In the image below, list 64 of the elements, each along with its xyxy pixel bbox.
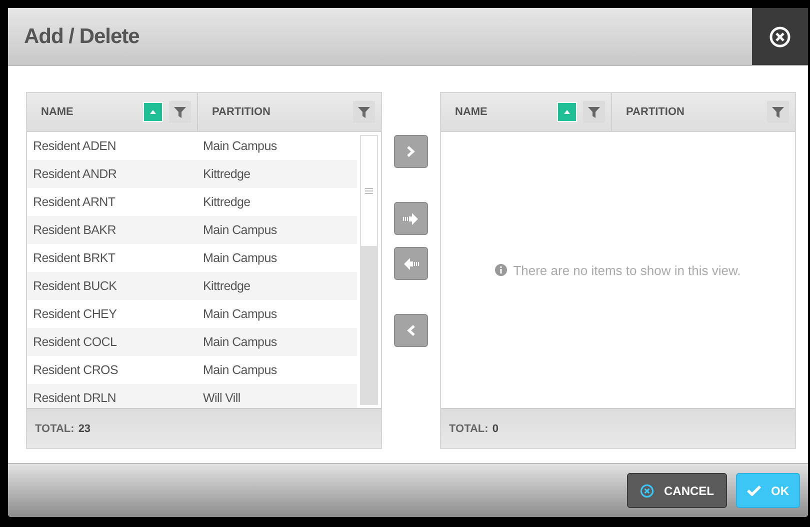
partition-cell-text: Main Campus — [202, 307, 278, 321]
table-row[interactable]: Resident BAKR Main Campus — [27, 216, 357, 244]
filter-icon — [174, 106, 186, 118]
filter-button[interactable] — [583, 101, 605, 123]
partition-cell-text: Kittredge — [202, 195, 252, 209]
name-cell-text: Resident BAKR — [32, 223, 117, 237]
table-row[interactable]: Resident COCL Main Campus — [27, 328, 357, 356]
name-cell-text: Resident BUCK — [32, 279, 118, 293]
chevron-right-icon — [407, 146, 415, 157]
sort-button[interactable] — [557, 102, 577, 122]
name-cell-text: Resident CHEY — [32, 307, 118, 321]
name-cell-text: Resident ADEN — [32, 139, 117, 153]
transfer-button[interactable] — [394, 202, 428, 235]
partition-cell-text: Will Vill — [202, 391, 242, 405]
transfer-button[interactable] — [394, 314, 428, 347]
total-count: 0 — [492, 422, 498, 434]
name-cell-text: Resident BRKT — [32, 251, 116, 265]
arrow-left-icon — [403, 258, 419, 270]
arrow-right-icon — [403, 212, 419, 224]
name-cell-text: Resident ARNT — [32, 195, 116, 209]
partition-cell-text: Main Campus — [202, 363, 278, 377]
name-cell-text: Resident DRLN — [32, 391, 117, 405]
check-icon — [747, 485, 761, 496]
total-label: TOTAL: — [35, 422, 74, 434]
filter-icon — [358, 106, 370, 118]
close-icon — [769, 26, 791, 48]
name-cell-text: Resident ANDR — [32, 167, 118, 181]
partition-cell-text: Main Campus — [202, 139, 278, 153]
close-icon — [640, 484, 654, 498]
table-row[interactable]: Resident ANDR Kittredge — [27, 160, 357, 188]
chevron-left-icon — [407, 325, 415, 336]
name-cell-text: Resident CROS — [32, 363, 120, 377]
column-header[interactable]: NAME — [41, 106, 137, 118]
partition-cell-text: Main Campus — [202, 223, 278, 237]
info-icon — [495, 264, 508, 276]
total-label: TOTAL: — [449, 422, 488, 434]
column-header[interactable]: PARTITION — [626, 106, 761, 118]
grip-icon — [365, 188, 373, 194]
empty-message: There are no items to show in this view. — [513, 262, 741, 278]
caret-up-icon — [564, 110, 570, 114]
partition-cell-text: Main Campus — [202, 251, 278, 265]
filter-button[interactable] — [767, 101, 789, 123]
partition-cell-text: Kittredge — [202, 279, 252, 293]
filter-button[interactable] — [169, 101, 191, 123]
name-cell-text: Resident COCL — [32, 335, 118, 349]
cancel-button[interactable]: CANCEL — [627, 473, 727, 508]
column-header[interactable]: NAME — [455, 106, 551, 118]
column-header[interactable]: PARTITION — [212, 106, 347, 118]
transfer-button[interactable] — [394, 247, 428, 280]
table-row[interactable]: Resident BUCK Kittredge — [27, 272, 357, 300]
sort-button[interactable] — [143, 102, 163, 122]
table-row[interactable]: Resident DRLN Will Vill — [27, 384, 357, 408]
filter-button[interactable] — [353, 101, 375, 123]
transfer-button[interactable] — [394, 135, 428, 168]
partition-cell-text: Main Campus — [202, 335, 278, 349]
scrollbar-thumb[interactable] — [360, 135, 378, 247]
total-count: 23 — [78, 422, 91, 434]
filter-icon — [772, 106, 784, 118]
close-button[interactable] — [752, 8, 808, 65]
partition-cell-text: Kittredge — [202, 167, 252, 181]
caret-up-icon — [150, 110, 156, 114]
dialog-title: Add / Delete — [24, 24, 140, 48]
scrollbar[interactable] — [360, 135, 378, 405]
filter-icon — [588, 106, 600, 118]
